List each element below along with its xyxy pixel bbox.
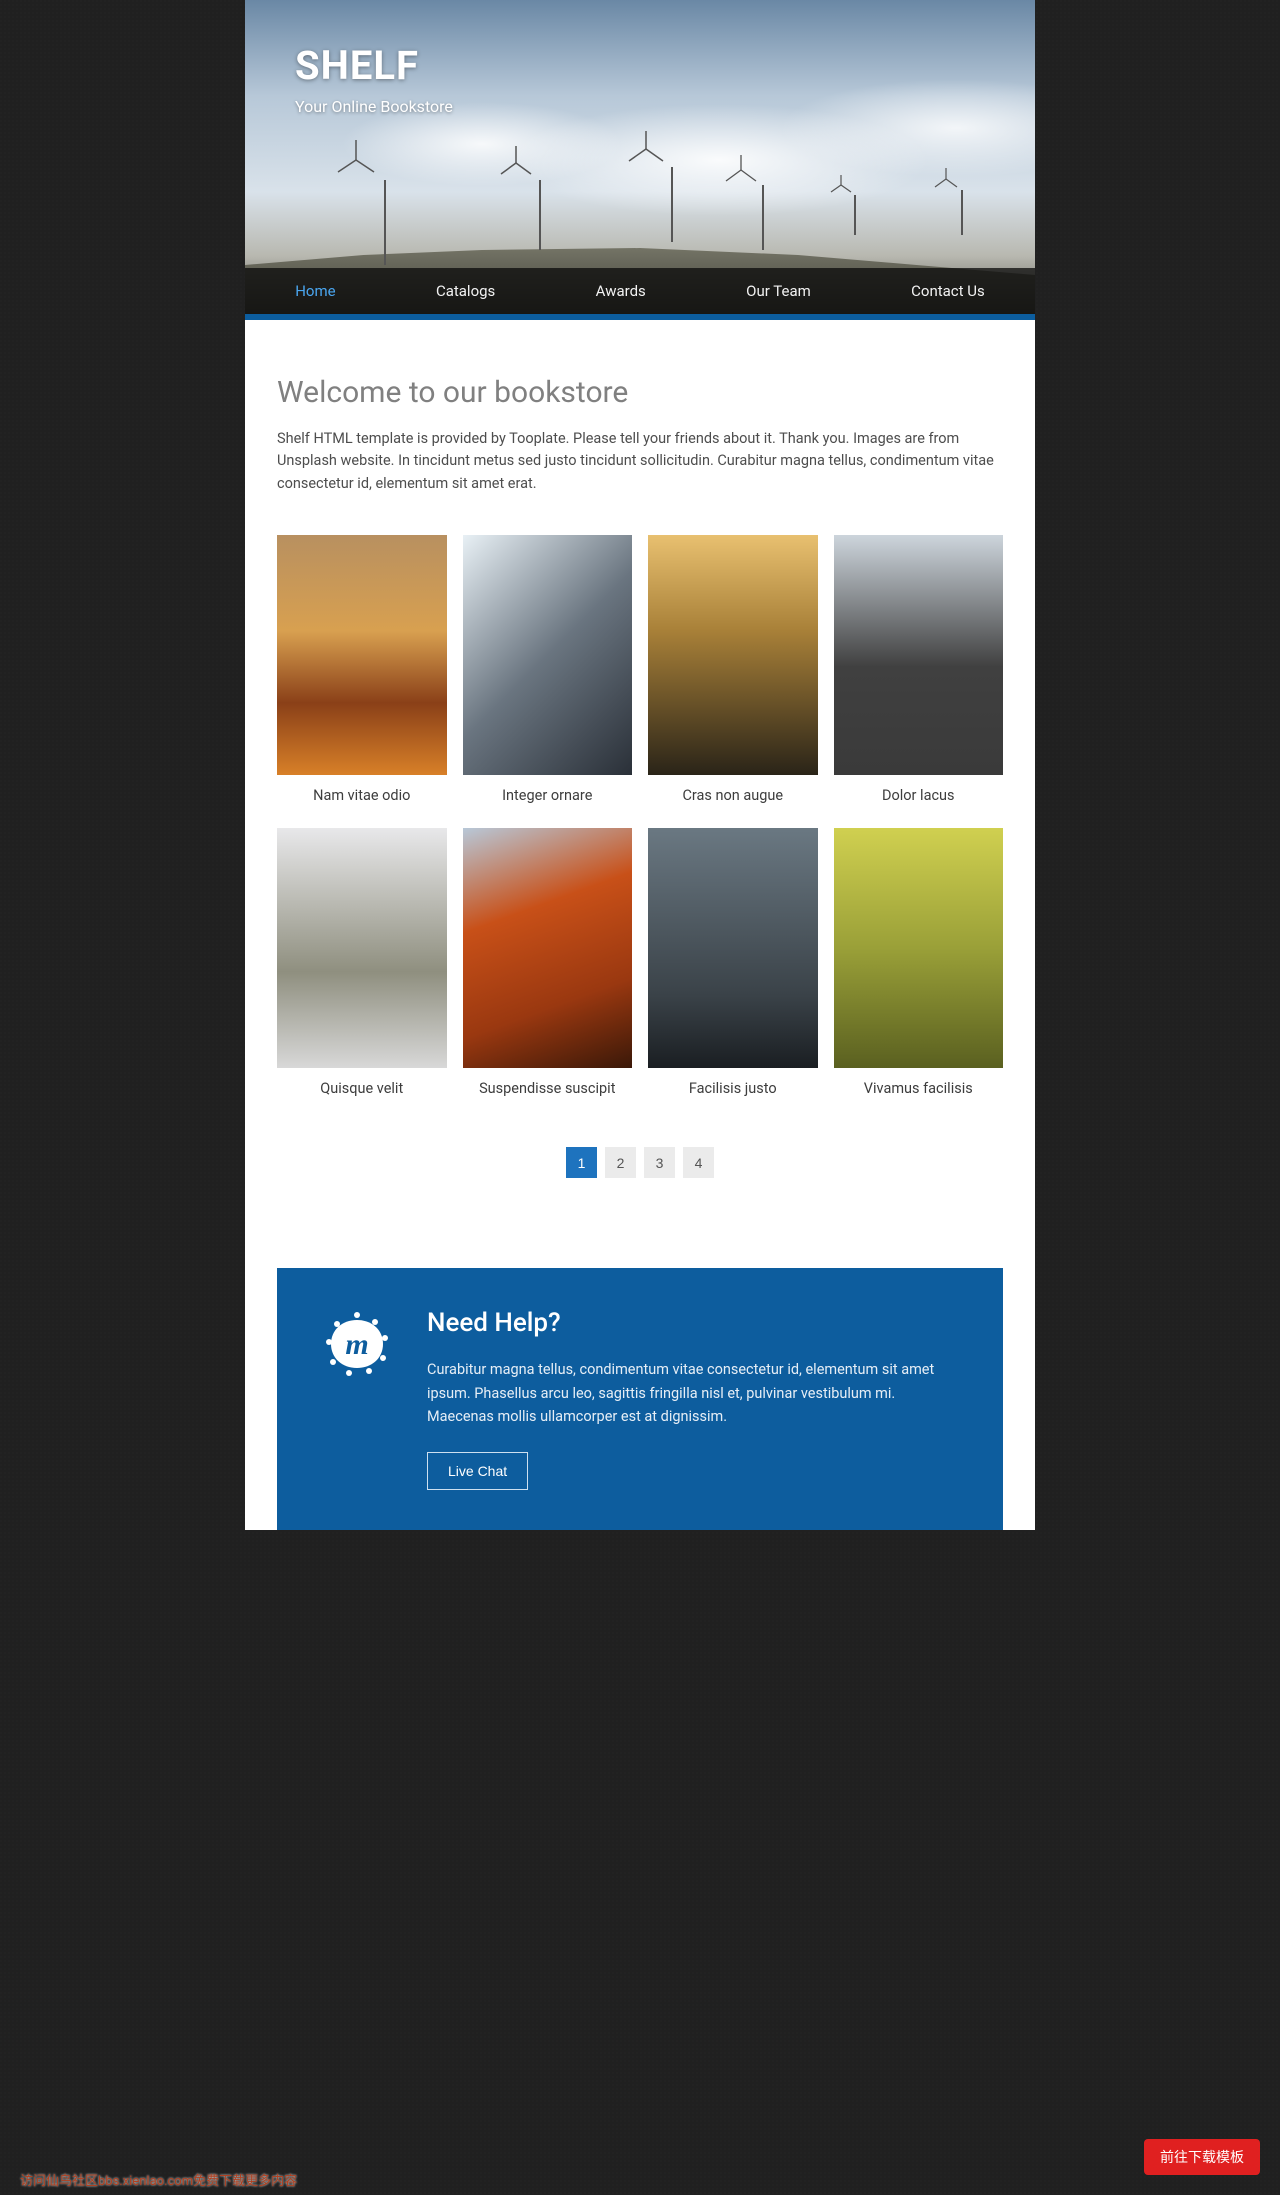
grid-card[interactable]: Integer ornare — [463, 535, 633, 804]
intro-text: Shelf HTML template is provided by Toopl… — [277, 428, 1003, 495]
turbine-icon — [355, 140, 415, 265]
site-title: SHELF — [295, 42, 453, 89]
help-text: Curabitur magna tellus, condimentum vita… — [427, 1358, 963, 1428]
grid-card[interactable]: Dolor lacus — [834, 535, 1004, 804]
turbine-icon — [945, 168, 979, 235]
nav-home[interactable]: Home — [285, 282, 345, 300]
page-button-2[interactable]: 2 — [605, 1147, 636, 1178]
help-body: Need Help? Curabitur magna tellus, condi… — [427, 1308, 963, 1490]
card-caption: Dolor lacus — [834, 787, 1004, 804]
thumb-image — [834, 535, 1004, 775]
thumb-image — [834, 828, 1004, 1068]
live-chat-button[interactable]: Live Chat — [427, 1452, 528, 1490]
page-button-1[interactable]: 1 — [566, 1147, 597, 1178]
help-panel: m Need Help? Curabitur magna tellus, con… — [277, 1268, 1003, 1530]
grid-card[interactable]: Vivamus facilisis — [834, 828, 1004, 1097]
nav-catalogs[interactable]: Catalogs — [426, 282, 505, 300]
pagination: 1 2 3 4 — [277, 1147, 1003, 1178]
grid-card[interactable]: Facilisis justo — [648, 828, 818, 1097]
turbine-icon — [740, 155, 786, 250]
page-title: Welcome to our bookstore — [277, 375, 1003, 410]
card-caption: Facilisis justo — [648, 1080, 818, 1097]
svg-text:m: m — [345, 1328, 368, 1361]
card-caption: Nam vitae odio — [277, 787, 447, 804]
grid-card[interactable]: Cras non augue — [648, 535, 818, 804]
product-grid: Nam vitae odio Integer ornare Cras non a… — [277, 535, 1003, 1097]
page-button-3[interactable]: 3 — [644, 1147, 675, 1178]
card-caption: Vivamus facilisis — [834, 1080, 1004, 1097]
turbine-icon — [515, 146, 565, 250]
navbar: Home Catalogs Awards Our Team Contact Us — [245, 268, 1035, 320]
thumb-image — [648, 535, 818, 775]
thumb-image — [277, 828, 447, 1068]
card-caption: Integer ornare — [463, 787, 633, 804]
download-template-button[interactable]: 前往下载模板 — [1144, 2139, 1260, 2175]
grid-card[interactable]: Nam vitae odio — [277, 535, 447, 804]
thumb-image — [463, 828, 633, 1068]
card-caption: Quisque velit — [277, 1080, 447, 1097]
thumb-image — [463, 535, 633, 775]
site-subtitle: Your Online Bookstore — [295, 97, 453, 116]
page-wrap: SHELF Your Online Bookstore Home Catalog… — [245, 0, 1035, 1530]
turbine-icon — [645, 131, 699, 242]
nav-our-team[interactable]: Our Team — [736, 282, 821, 300]
grid-card[interactable]: Quisque velit — [277, 828, 447, 1097]
turbine-icon — [840, 175, 870, 235]
thumb-image — [648, 828, 818, 1068]
nav-awards[interactable]: Awards — [586, 282, 656, 300]
footer-credit: 访问仙鸟社区bbs.xienlao.com免费下载更多内容 — [20, 2170, 297, 2189]
content-area: Welcome to our bookstore Shelf HTML temp… — [245, 320, 1035, 1228]
help-badge-icon: m — [317, 1308, 397, 1392]
nav-contact-us[interactable]: Contact Us — [901, 282, 995, 300]
card-caption: Cras non augue — [648, 787, 818, 804]
page-button-4[interactable]: 4 — [683, 1147, 714, 1178]
grid-card[interactable]: Suspendisse suscipit — [463, 828, 633, 1097]
thumb-image — [277, 535, 447, 775]
brand-block: SHELF Your Online Bookstore — [295, 42, 453, 116]
help-title: Need Help? — [427, 1308, 963, 1338]
hero-banner: SHELF Your Online Bookstore Home Catalog… — [245, 0, 1035, 320]
card-caption: Suspendisse suscipit — [463, 1080, 633, 1097]
